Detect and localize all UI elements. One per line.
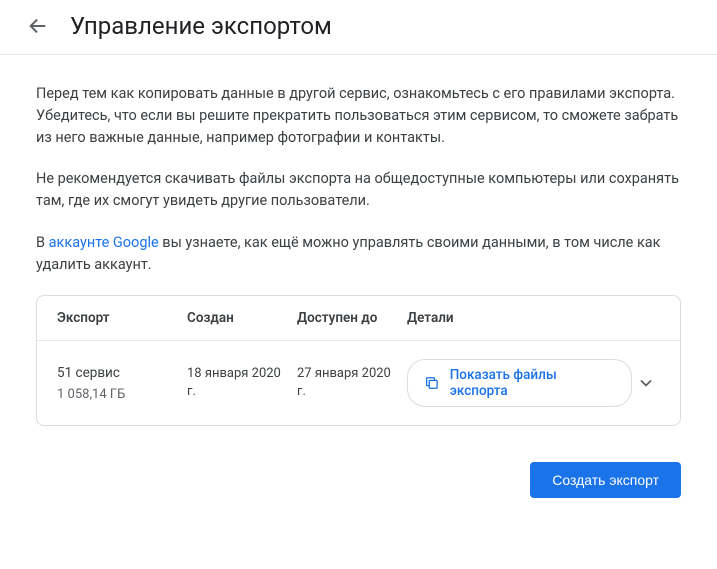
show-files-button[interactable]: Показать файлы экспорта (407, 359, 632, 407)
intro-paragraph-3: В аккаунте Google вы узнаете, как ещё мо… (36, 232, 681, 276)
p3-prefix: В (36, 234, 49, 251)
main-content: Перед тем как копировать данные в другой… (0, 55, 717, 446)
service-count: 51 сервис (57, 365, 187, 381)
cell-created: 18 января 2020 г. (187, 365, 297, 401)
exports-card: Экспорт Создан Доступен до Детали 51 сер… (36, 295, 681, 426)
table-header-row: Экспорт Создан Доступен до Детали (37, 296, 680, 341)
footer-actions: Создать экспорт (0, 446, 717, 498)
chevron-down-icon (636, 373, 656, 393)
intro-paragraph-2: Не рекомендуется скачивать файлы экспорт… (36, 168, 681, 212)
google-account-link[interactable]: аккаунте Google (49, 234, 159, 251)
expand-button[interactable] (632, 369, 660, 397)
th-details: Детали (407, 310, 660, 326)
intro-paragraph-1: Перед тем как копировать данные в другой… (36, 83, 681, 148)
cell-details: Показать файлы экспорта (407, 359, 660, 407)
cell-available: 27 января 2020 г. (297, 365, 407, 401)
th-export: Экспорт (57, 310, 187, 326)
copy-icon (424, 375, 440, 391)
page-title: Управление экспортом (70, 12, 332, 40)
cell-export: 51 сервис 1 058,14 ГБ (57, 365, 187, 402)
back-button[interactable] (24, 12, 52, 40)
page-header: Управление экспортом (0, 0, 717, 55)
arrow-left-icon (27, 15, 49, 37)
table-row: 51 сервис 1 058,14 ГБ 18 января 2020 г. … (37, 341, 680, 425)
export-size: 1 058,14 ГБ (57, 387, 187, 402)
th-available: Доступен до (297, 310, 407, 326)
th-created: Создан (187, 310, 297, 326)
create-export-button[interactable]: Создать экспорт (530, 462, 681, 498)
show-files-label: Показать файлы экспорта (450, 367, 615, 399)
